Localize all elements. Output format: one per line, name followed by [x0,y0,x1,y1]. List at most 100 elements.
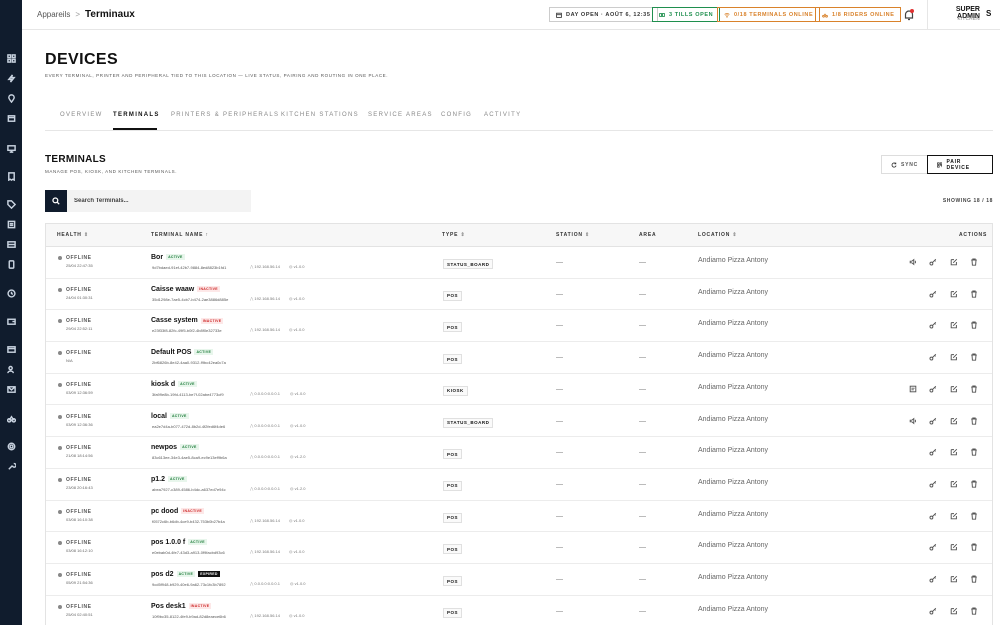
trash-icon[interactable] [968,446,980,458]
key-icon[interactable] [927,478,939,490]
table-row[interactable]: OFFLINE 25/04 22:47:35 Bor ACTIVE 9d7bdaed-9… [46,247,992,279]
search-button[interactable] [45,190,67,212]
trash-icon[interactable] [968,478,980,490]
trash-icon[interactable] [968,319,980,331]
tab-activity[interactable]: ACTIVITY [484,112,521,118]
trash-icon[interactable] [968,541,980,553]
trash-icon[interactable] [968,510,980,522]
key-icon[interactable] [927,446,939,458]
edit-icon[interactable] [948,383,960,395]
edit-icon[interactable] [948,288,960,300]
trash-icon[interactable] [968,383,980,395]
bike-icon[interactable] [0,410,22,426]
speaker-icon[interactable] [907,415,919,427]
monitor-icon[interactable] [0,140,22,156]
search-input[interactable] [67,190,251,212]
tab-overview[interactable]: OVERVIEW [60,112,103,118]
device-icon[interactable] [0,256,22,272]
trash-icon[interactable] [968,351,980,363]
edit-icon[interactable] [948,510,960,522]
trash-icon[interactable] [968,605,980,617]
pin-icon[interactable] [0,90,22,106]
trash-icon[interactable] [968,288,980,300]
tab-printers-peripherals[interactable]: PRINTERS & PERIPHERALS [171,112,279,118]
settings-icon[interactable] [0,438,22,454]
edit-icon[interactable] [948,446,960,458]
bolt-icon[interactable] [0,70,22,86]
table-row[interactable]: OFFLINE 25/04 02:40:51 Pos desk1 INACTIVE 10… [46,596,992,625]
table-row[interactable]: OFFLINE 23/08 20:16:43 p1.2 ACTIVE abea7927-… [46,469,992,501]
breadcrumb-parent[interactable]: Appareils [37,10,70,19]
wrench-icon[interactable] [0,458,22,474]
key-icon[interactable] [927,256,939,268]
type-badge: POS [443,480,463,491]
avatar: S [986,9,992,18]
list-icon[interactable] [0,216,22,232]
table-row[interactable]: OFFLINE 24/04 01:30:31 Caisse waaw INACTIVE… [46,279,992,311]
edit-icon[interactable] [948,541,960,553]
trash-icon[interactable] [968,573,980,585]
clock-icon[interactable] [0,285,22,301]
table-row[interactable]: OFFLINE 03/09 12:36:36 local ACTIVE ea2e7d4a… [46,406,992,438]
terminals-online-pill[interactable]: 0/18 TERMINALS ONLINE [717,7,821,22]
table-row[interactable]: OFFLINE 03/08 16:10:38 pc dood INACTIVE f057… [46,501,992,533]
user-menu[interactable]: SUPER ADMIN KITCHEN S [927,0,1000,30]
pair-device-button[interactable]: PAIR DEVICE [927,155,993,174]
terminal-name: Casse system INACTIVE [151,317,224,325]
key-icon[interactable] [927,541,939,553]
key-icon[interactable] [927,319,939,331]
tab-kitchen-stations[interactable]: KITCHEN STATIONS [281,112,359,118]
health-dot [58,541,62,546]
key-icon[interactable] [927,351,939,363]
edit-icon[interactable] [948,573,960,585]
table-row[interactable]: OFFLINE 03/08 16:12:10 pos 1.0.0 f ACTIVE e0… [46,532,992,564]
table-row[interactable]: OFFLINE N/A Default POS ACTIVE 2bf6826b-8e42… [46,342,992,374]
grid-icon[interactable] [0,50,22,66]
kiosk-icon[interactable] [907,383,919,395]
key-icon[interactable] [927,383,939,395]
receipt-icon[interactable] [0,168,22,184]
key-icon[interactable] [927,288,939,300]
table-row[interactable]: OFFLINE 21/08 18:14:56 newpos ACTIVE 83c613e… [46,437,992,469]
edit-icon[interactable] [948,605,960,617]
card-icon[interactable] [0,341,22,357]
tab-service-areas[interactable]: SERVICE AREAS [368,112,433,118]
key-icon[interactable] [927,510,939,522]
day-status-pill[interactable]: DAY OPEN · AOÛT 6, 12:35 [549,7,658,22]
col-terminal-name[interactable]: TERMINAL NAME ↑ [151,232,209,238]
section-subtitle: MANAGE POS, KIOSK, AND KITCHEN TERMINALS… [45,169,178,174]
riders-online-pill[interactable]: 1/8 RIDERS ONLINE [815,7,902,22]
mail-icon[interactable] [0,381,22,397]
tag-icon[interactable] [0,196,22,212]
edit-icon[interactable] [948,256,960,268]
edit-icon[interactable] [948,351,960,363]
key-icon[interactable] [927,415,939,427]
notifications-bell-icon[interactable] [902,8,916,22]
tab-terminals[interactable]: TERMINALS [113,112,160,118]
wallet-icon[interactable] [0,313,22,329]
health-status: OFFLINE [66,508,92,515]
speaker-icon[interactable] [907,256,919,268]
edit-icon[interactable] [948,415,960,427]
layers-icon[interactable] [0,236,22,252]
edit-icon[interactable] [948,319,960,331]
box-icon[interactable] [0,110,22,126]
col-location[interactable]: LOCATION ⇕ [698,232,737,238]
terminal-id: f0572c6b-b6db-4ce9-b432-753b0b27b4a [152,518,225,524]
sync-button[interactable]: SYNC [881,155,929,174]
terminal-id: 3fa99e8b-19fd-4113-be7f-02abe4773cf9 [152,391,224,397]
key-icon[interactable] [927,573,939,585]
key-icon[interactable] [927,605,939,617]
col-type[interactable]: TYPE ⇕ [442,232,465,238]
trash-icon[interactable] [968,256,980,268]
tills-pill[interactable]: 3 TILLS OPEN [652,7,721,22]
edit-icon[interactable] [948,478,960,490]
table-row[interactable]: OFFLINE 05/09 21:54:36 pos d2 ACTIVE EXPIRED… [46,564,992,596]
trash-icon[interactable] [968,415,980,427]
col-health[interactable]: HEALTH ⇕ [57,232,89,238]
table-row[interactable]: OFFLINE 29/04 22:52:11 Casse system INACTIV… [46,310,992,343]
tab-config[interactable]: CONFIG [441,112,472,118]
table-row[interactable]: OFFLINE 03/09 12:36:59 kiosk d ACTIVE 3fa99e… [46,374,992,406]
col-station[interactable]: STATION ⇕ [556,232,590,238]
users-icon[interactable] [0,361,22,377]
